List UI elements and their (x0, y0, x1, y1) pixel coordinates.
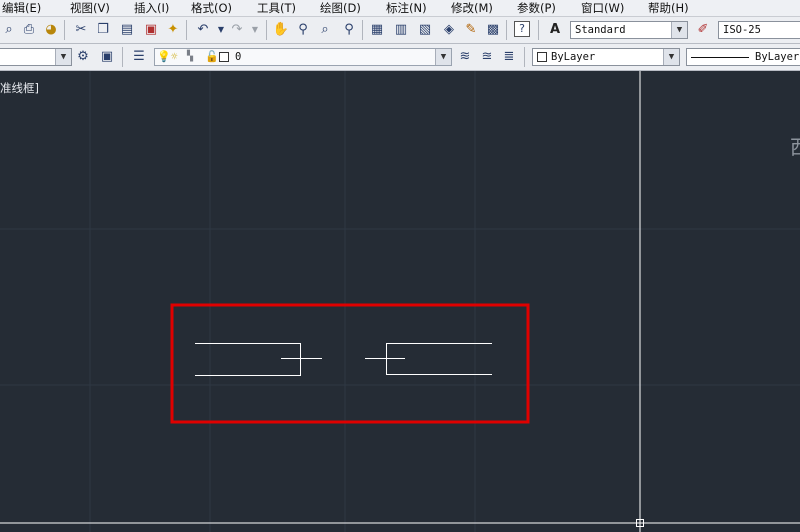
drawing-overlay (0, 71, 800, 532)
left-symbol[interactable] (195, 343, 322, 376)
right-symbol[interactable] (365, 343, 492, 375)
grid (0, 71, 800, 532)
